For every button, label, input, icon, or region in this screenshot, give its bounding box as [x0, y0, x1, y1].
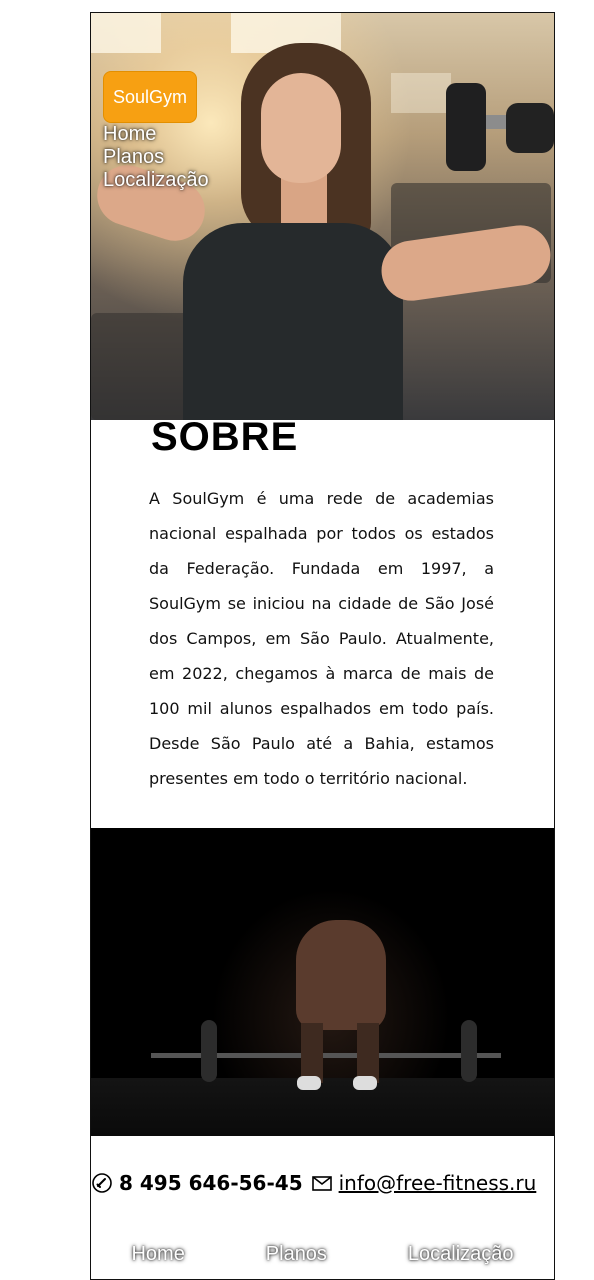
page-frame: SoulGym Home Planos Localização SOBRE A …: [90, 12, 555, 1280]
mail-icon: [311, 1172, 333, 1194]
about-title: SOBRE: [151, 415, 299, 459]
top-nav: Home Planos Localização: [103, 123, 209, 192]
contact-bar: 8 495 646-56-45 info@free-fitness.ru: [91, 1171, 554, 1195]
footer-nav-localizacao[interactable]: Localização: [408, 1243, 514, 1266]
nav-home[interactable]: Home: [103, 123, 209, 146]
footer-nav: Home Planos Localização: [91, 1243, 554, 1266]
footer-nav-planos[interactable]: Planos: [266, 1243, 327, 1266]
about-text: A SoulGym é uma rede de academias nacion…: [149, 489, 494, 788]
nav-planos[interactable]: Planos: [103, 146, 209, 169]
email-link[interactable]: info@free-fitness.ru: [339, 1171, 537, 1195]
phone-icon: [91, 1172, 113, 1194]
phone-number[interactable]: 8 495 646-56-45: [119, 1171, 303, 1195]
logo[interactable]: SoulGym: [103, 71, 197, 123]
nav-localizacao[interactable]: Localização: [103, 169, 209, 192]
footer-nav-home[interactable]: Home: [131, 1243, 184, 1266]
deadlift-image: [91, 828, 554, 1136]
